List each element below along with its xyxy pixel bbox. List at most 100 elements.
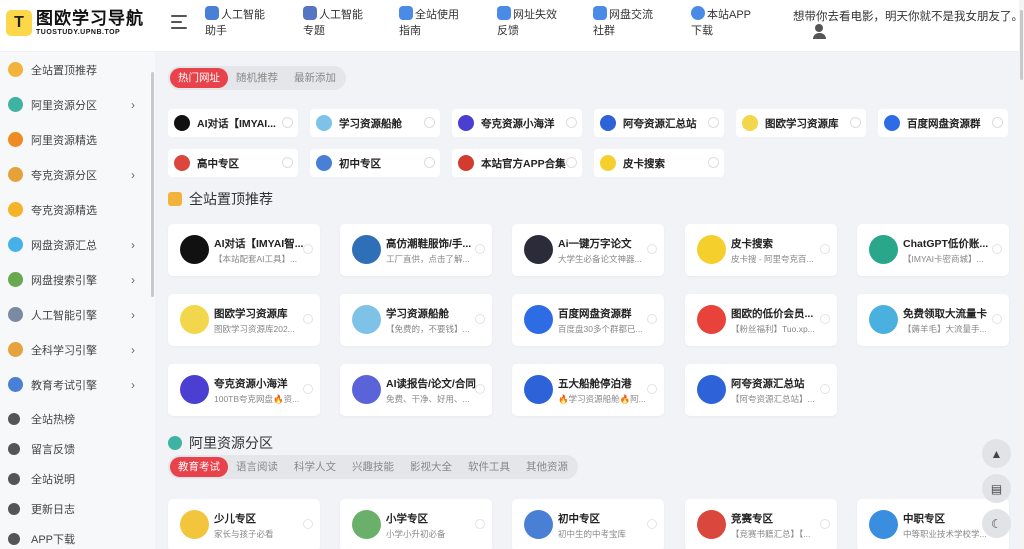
site-icon: [458, 155, 474, 171]
sidebar-item[interactable]: 阿里资源精选: [0, 122, 155, 157]
site-icon: [180, 375, 209, 404]
sidebar-item-label: 更新日志: [31, 504, 75, 516]
tab-item[interactable]: 科学人文: [286, 457, 344, 477]
quick-link-chip[interactable]: 百度网盘资源群: [878, 109, 1008, 137]
nav-ai-topic[interactable]: 人工智能专题: [303, 6, 373, 39]
quick-link-chip[interactable]: 学习资源船舱: [310, 109, 440, 137]
chevron-right-icon: ›: [131, 98, 135, 112]
card-description: 【免费的，不要钱】...: [386, 324, 470, 334]
site-card[interactable]: 图欧学习资源库 图欧学习资源库202...: [168, 294, 320, 346]
sidebar-bottom-item[interactable]: 全站说明: [0, 464, 155, 494]
sidebar-bottom-item[interactable]: APP下载: [0, 524, 155, 549]
chevron-right-icon: ›: [131, 378, 135, 392]
card-description: 大学生必备论文神器...: [558, 254, 642, 264]
nav-guide[interactable]: 全站使用指南: [399, 6, 469, 39]
site-icon: [697, 235, 726, 264]
nav-community[interactable]: 网盘交流社群: [593, 6, 663, 39]
section-title-ali: 阿里资源分区: [168, 433, 273, 453]
arrow-circle-icon: [303, 314, 313, 324]
sidebar-item[interactable]: 阿里资源分区 ›: [0, 87, 155, 122]
sidebar-item[interactable]: 网盘资源汇总 ›: [0, 227, 155, 262]
card-title: 图欧学习资源库: [214, 308, 288, 320]
site-icon: [352, 235, 381, 264]
nav-ai-assistant[interactable]: 人工智能助手: [205, 6, 275, 39]
sidebar-bottom-item[interactable]: 留言反馈: [0, 434, 155, 464]
quick-link-chip[interactable]: 阿夸资源汇总站: [594, 109, 724, 137]
nav-feedback[interactable]: 网址失效反馈: [497, 6, 567, 39]
site-card[interactable]: 竞赛专区 【竞赛书籍汇总】【...: [685, 499, 837, 549]
arrow-circle-icon: [282, 117, 293, 128]
tab-item[interactable]: 影视大全: [402, 457, 460, 477]
site-icon: [869, 510, 898, 539]
site-card[interactable]: 百度网盘资源群 百度盘30多个群都已...: [512, 294, 664, 346]
quick-link-chip[interactable]: 初中专区: [310, 149, 440, 177]
tab-item[interactable]: 教育考试: [170, 457, 228, 477]
site-card[interactable]: ChatGPT低价账... 【IMYAI卡密商城】...: [857, 224, 1009, 276]
site-card[interactable]: 小学专区 小学小升初必备: [340, 499, 492, 549]
arrow-circle-icon: [820, 314, 830, 324]
site-card[interactable]: AI读报告/论文/合同 免费、干净、好用、...: [340, 364, 492, 416]
card-description: 100TB夸克网盘🔥资...: [214, 394, 300, 404]
sidebar-bottom-item[interactable]: 更新日志: [0, 494, 155, 524]
user-icon[interactable]: [812, 24, 826, 39]
tab-item[interactable]: 语言阅读: [228, 457, 286, 477]
tab-item[interactable]: 其他资源: [518, 457, 576, 477]
sidebar-item[interactable]: 网盘搜索引擎 ›: [0, 262, 155, 297]
site-card[interactable]: 夸克资源小海洋 100TB夸克网盘🔥资...: [168, 364, 320, 416]
quick-link-chip[interactable]: 本站官方APP合集: [452, 149, 582, 177]
sidebar-item[interactable]: 教育考试引擎 ›: [0, 367, 155, 402]
header-quote: 想带你去看电影，明天你就不是我女朋友了。: [793, 11, 1023, 23]
quick-link-chip[interactable]: 高中专区: [168, 149, 298, 177]
sidebar-list: 全站置顶推荐 阿里资源分区 › 阿里资源精选夸克资源分区 › 夸克资源精选 网盘资源汇总 › 网…: [0, 52, 155, 402]
site-card[interactable]: 少儿专区 家长与孩子必看: [168, 499, 320, 549]
page-scrollbar[interactable]: [1019, 0, 1024, 549]
sidebar-item[interactable]: 全站置顶推荐: [0, 52, 155, 87]
site-icon: [869, 305, 898, 334]
site-card[interactable]: 学习资源船舱 【免费的，不要钱】...: [340, 294, 492, 346]
logo-mark: T: [6, 10, 32, 36]
tab-item[interactable]: 兴趣技能: [344, 457, 402, 477]
site-card[interactable]: 阿夸资源汇总站 【阿夸资源汇总站】...: [685, 364, 837, 416]
arrow-circle-icon: [708, 117, 719, 128]
site-card[interactable]: 高仿潮鞋服饰/手... 工厂直供，点击了解...: [340, 224, 492, 276]
sidebar-item-label: 阿里资源精选: [31, 134, 97, 147]
tab-item[interactable]: 软件工具: [460, 457, 518, 477]
sidebar-item[interactable]: 夸克资源分区 ›: [0, 157, 155, 192]
site-card[interactable]: 皮卡搜索 皮卡搜 - 阿里夸克百...: [685, 224, 837, 276]
download-icon: [691, 6, 705, 20]
quick-link-chip[interactable]: 皮卡搜索: [594, 149, 724, 177]
menu-toggle-icon[interactable]: [171, 15, 187, 31]
nav-app-download[interactable]: 本站APP下载: [691, 6, 761, 39]
site-icon: [524, 305, 553, 334]
site-card[interactable]: Ai一键万字论文 大学生必备论文神器...: [512, 224, 664, 276]
layout-toggle-button[interactable]: ▤: [982, 474, 1011, 503]
quick-link-chip[interactable]: AI对话【IMYAI...: [168, 109, 298, 137]
sidebar-item-label: 留言反馈: [31, 444, 75, 456]
site-card[interactable]: AI对话【IMYAI智... 【本站配套AI工具】...: [168, 224, 320, 276]
doc-icon: [8, 503, 20, 515]
sidebar-bottom-item[interactable]: 全站热榜: [0, 404, 155, 434]
arrow-circle-icon: [820, 519, 830, 529]
sidebar-item[interactable]: 人工智能引擎 ›: [0, 297, 155, 332]
quick-link-chip[interactable]: 夸克资源小海洋: [452, 109, 582, 137]
site-card[interactable]: 图欧的低价会员... 【粉丝福利】Tuo.xp...: [685, 294, 837, 346]
site-icon: [180, 235, 209, 264]
site-card[interactable]: 免费领取大流量卡 【薅羊毛】大流量手...: [857, 294, 1009, 346]
tab-item[interactable]: 最新添加: [286, 68, 344, 88]
chevron-right-icon: ›: [131, 273, 135, 287]
sidebar-item[interactable]: 全科学习引擎 ›: [0, 332, 155, 367]
tab-item[interactable]: 随机推荐: [228, 68, 286, 88]
card-title: 免费领取大流量卡: [903, 308, 987, 320]
sidebar-item[interactable]: 夸克资源精选: [0, 192, 155, 227]
back-to-top-button[interactable]: ▲: [982, 439, 1011, 468]
arrow-circle-icon: [820, 244, 830, 254]
tab-item[interactable]: 热门网址: [170, 68, 228, 88]
logo-title: 图欧学习导航: [36, 9, 144, 28]
dark-mode-button[interactable]: ☾: [982, 509, 1011, 538]
sidebar-item-label: APP下载: [31, 534, 76, 546]
site-card[interactable]: 五大船舱停泊港 🔥学习资源船舱🔥阿...: [512, 364, 664, 416]
quick-link-chip[interactable]: 图欧学习资源库: [736, 109, 866, 137]
sidebar-scrollbar[interactable]: [151, 72, 154, 297]
site-logo[interactable]: T 图欧学习导航 TUOSTUDY.UPNB.TOP: [6, 10, 144, 36]
site-card[interactable]: 初中专区 初中生的中考宝库: [512, 499, 664, 549]
